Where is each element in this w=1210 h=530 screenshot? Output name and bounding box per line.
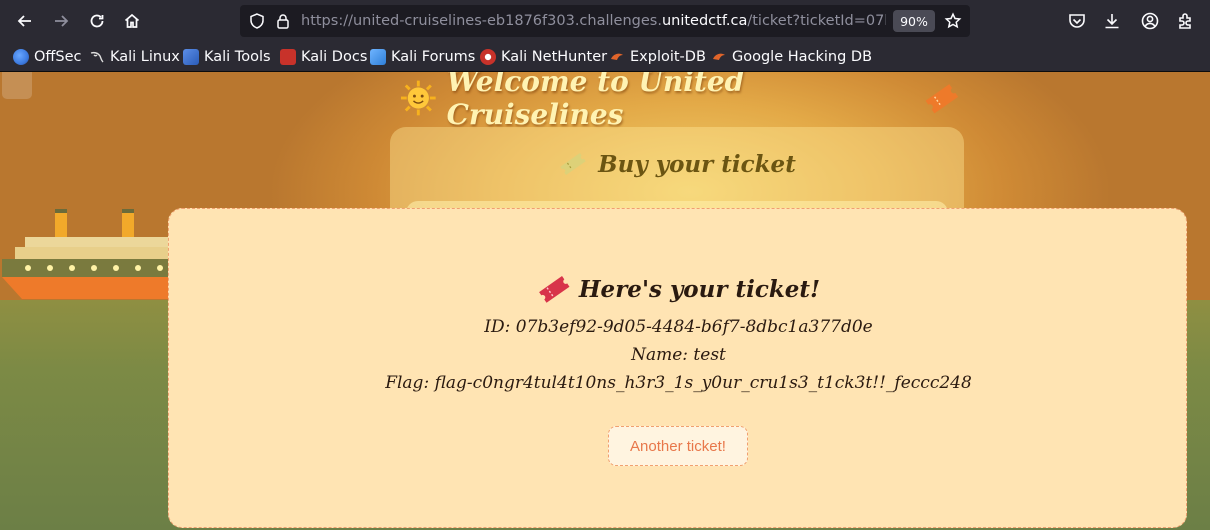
bookmark-google-hacking-db[interactable]: Google Hacking DB xyxy=(711,48,872,66)
kali-dragon-icon xyxy=(89,49,105,65)
back-icon[interactable] xyxy=(11,7,39,35)
bookmark-label: OffSec xyxy=(34,49,82,65)
offsec-icon xyxy=(13,49,29,65)
home-icon[interactable] xyxy=(118,7,146,35)
url-text[interactable]: https://united-cruiselines-eb1876f303.ch… xyxy=(301,12,886,30)
account-icon[interactable] xyxy=(1140,11,1160,31)
browser-toolbar: https://united-cruiselines-eb1876f303.ch… xyxy=(0,0,1210,42)
exploit-db-icon xyxy=(609,49,625,65)
url-host: unitedctf.ca xyxy=(661,13,748,29)
page-corner-tab xyxy=(2,72,32,99)
reload-icon[interactable] xyxy=(83,7,111,35)
bookmark-kali-linux[interactable]: Kali Linux xyxy=(89,48,180,66)
bookmark-label: Google Hacking DB xyxy=(732,49,873,65)
another-ticket-button[interactable]: Another ticket! xyxy=(608,426,748,466)
ticket-emoji-icon xyxy=(925,84,959,114)
tracking-shield-icon[interactable] xyxy=(248,12,266,30)
ticket-heading-row: Here's your ticket! xyxy=(169,269,1188,309)
page-viewport: Welcome to United Cruiselines Buy your t… xyxy=(0,72,1210,530)
kali-docs-icon xyxy=(280,49,296,65)
bookmark-label: Exploit-DB xyxy=(630,49,706,65)
bookmarks-toolbar: OffSec Kali Linux Kali Tools Kali Docs K… xyxy=(0,42,1210,72)
downloads-icon[interactable] xyxy=(1102,11,1122,31)
bookmark-kali-tools[interactable]: Kali Tools xyxy=(183,48,271,66)
kali-forums-icon xyxy=(370,49,386,65)
ticket-flag: Flag: flag-c0ngr4tul4t10ns_h3r3_1s_y0ur_… xyxy=(385,373,972,393)
forward-icon xyxy=(47,7,75,35)
bookmark-label: Kali Docs xyxy=(301,49,368,65)
admission-ticket-icon xyxy=(538,276,570,303)
bookmark-offsec[interactable]: OffSec xyxy=(13,48,82,66)
buy-ticket-title: Buy your ticket xyxy=(598,150,796,178)
bookmark-kali-docs[interactable]: Kali Docs xyxy=(280,48,367,66)
bookmark-kali-nethunter[interactable]: Kali NetHunter xyxy=(480,48,607,66)
bookmark-label: Kali Forums xyxy=(391,49,476,65)
buy-ticket-header: Buy your ticket xyxy=(390,147,964,181)
bookmark-label: Kali Linux xyxy=(110,49,180,65)
ghdb-icon xyxy=(711,49,727,65)
lock-icon[interactable] xyxy=(274,12,292,30)
url-suffix: /ticket?ticketId=07b3ef xyxy=(747,13,886,29)
extensions-icon[interactable] xyxy=(1176,11,1196,31)
nethunter-icon xyxy=(480,49,496,65)
bookmark-label: Kali NetHunter xyxy=(501,49,608,65)
welcome-header: Welcome to United Cruiselines xyxy=(400,72,960,131)
zoom-level-badge[interactable]: 90% xyxy=(893,10,935,32)
pocket-icon[interactable] xyxy=(1067,11,1087,31)
sun-icon xyxy=(400,80,436,116)
bookmark-kali-forums[interactable]: Kali Forums xyxy=(370,48,475,66)
ticket-id: ID: 07b3ef92-9d05-4484-b6f7-8dbc1a377d0e xyxy=(484,317,873,337)
ticket-heading: Here's your ticket! xyxy=(578,275,821,303)
bookmark-exploit-db[interactable]: Exploit-DB xyxy=(609,48,706,66)
kali-tools-icon xyxy=(183,49,199,65)
bookmark-star-icon[interactable] xyxy=(944,12,962,30)
ticket-stub-icon xyxy=(560,153,586,175)
bookmark-label: Kali Tools xyxy=(204,49,271,65)
ticket-result-modal: Here's your ticket! ID: 07b3ef92-9d05-44… xyxy=(168,208,1187,528)
url-prefix: https://united-cruiselines-eb1876f303.ch… xyxy=(301,13,662,29)
ticket-name: Name: test xyxy=(631,345,726,365)
url-bar[interactable]: https://united-cruiselines-eb1876f303.ch… xyxy=(240,5,970,37)
welcome-title: Welcome to United Cruiselines xyxy=(446,72,745,131)
